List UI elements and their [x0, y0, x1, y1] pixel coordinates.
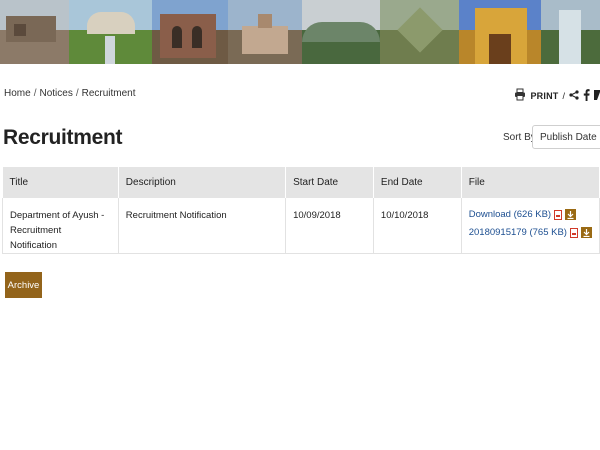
share-icon[interactable]: [569, 89, 579, 102]
file-entry: Download (626 KB): [469, 207, 592, 222]
column-header-end-date: End Date: [373, 167, 462, 198]
column-header-title: Title: [2, 167, 119, 198]
cell-title: Department of Ayush - Recruitment Notifi…: [2, 198, 119, 254]
cell-files: Download (626 KB) 20180915179 (765 KB): [461, 198, 600, 254]
banner-photo-gothic-ruin: [152, 0, 228, 64]
download-icon[interactable]: [565, 209, 577, 220]
banner-photo-misty-hills: [302, 0, 380, 64]
breadcrumb-separator: /: [75, 88, 79, 99]
sort-by-selected-value: Publish Date: [540, 132, 597, 143]
cell-end-date: 10/10/2018: [373, 198, 462, 254]
breadcrumb-home-link[interactable]: Home: [4, 88, 31, 99]
print-icon[interactable]: [514, 88, 526, 103]
breadcrumb: Home / Notices / Recruitment: [4, 88, 136, 99]
column-header-file: File: [461, 167, 600, 198]
table-header-row: Title Description Start Date End Date Fi…: [2, 167, 600, 198]
download-icon[interactable]: [580, 227, 592, 238]
banner-photo-stone-temple: [0, 0, 69, 64]
file-download-link[interactable]: Download (626 KB): [469, 207, 551, 222]
header-banner: [0, 0, 600, 64]
column-header-start-date: Start Date: [285, 167, 374, 198]
banner-photo-garden-palace: [69, 0, 152, 64]
page-title: Recruitment: [3, 126, 123, 149]
banner-photo-gopuram: [459, 0, 541, 64]
banner-photo-waterfall: [541, 0, 600, 64]
file-entry: 20180915179 (765 KB): [469, 225, 592, 240]
file-download-link[interactable]: 20180915179 (765 KB): [469, 225, 567, 240]
pdf-icon: [569, 227, 578, 238]
sort-by-select[interactable]: Publish Date: [532, 125, 600, 149]
twitter-icon[interactable]: [594, 89, 600, 103]
cell-start-date: 10/09/2018: [285, 198, 374, 254]
archive-button[interactable]: Archive: [5, 272, 42, 298]
banner-photo-star-fort: [380, 0, 459, 64]
pdf-icon: [554, 209, 563, 220]
breadcrumb-separator: /: [33, 88, 37, 99]
print-link[interactable]: PRINT: [530, 91, 558, 101]
table-row: Department of Ayush - Recruitment Notifi…: [2, 198, 600, 254]
cell-description: Recruitment Notification: [118, 198, 287, 254]
column-header-description: Description: [118, 167, 287, 198]
page-utility-links: PRINT /: [514, 88, 600, 103]
facebook-icon[interactable]: [583, 88, 590, 103]
breadcrumb-current: Recruitment: [81, 88, 136, 99]
recruitment-table: Title Description Start Date End Date Fi…: [2, 167, 600, 254]
breadcrumb-notices-link[interactable]: Notices: [39, 88, 72, 99]
banner-photo-hill-temple: [228, 0, 302, 64]
utility-separator: /: [562, 90, 565, 101]
